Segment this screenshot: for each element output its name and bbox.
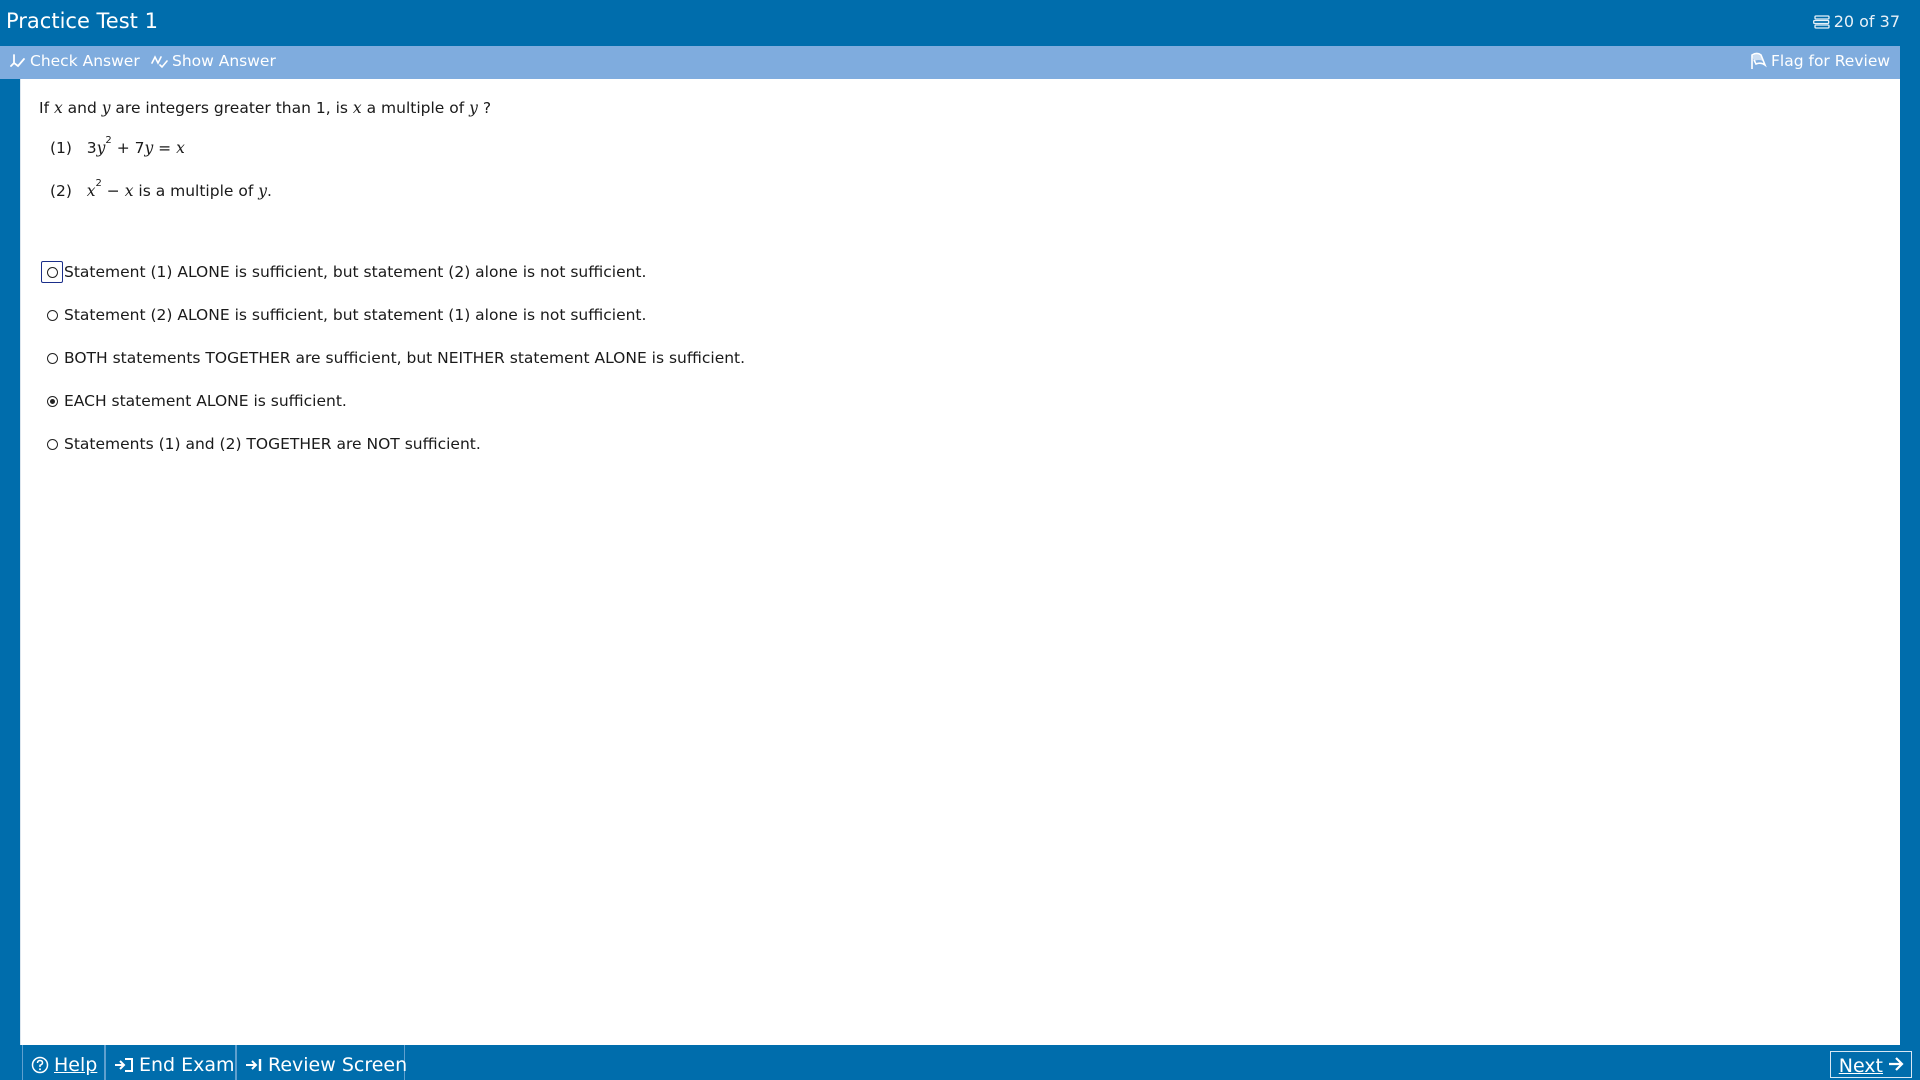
radio-button-selected[interactable] [46, 395, 58, 407]
question-stem: If x and y are integers greater than 1, … [39, 99, 491, 117]
flag-icon [1749, 52, 1767, 70]
statement-2-exponent: 2 [95, 178, 102, 189]
flag-for-review-label: Flag for Review [1771, 52, 1891, 70]
statement-2-text: . [266, 182, 272, 201]
statement-2-text: − [101, 182, 125, 201]
stem-var-x: x [53, 99, 63, 117]
stem-text: If [39, 99, 54, 117]
answer-choice-a[interactable]: Statement (1) ALONE is sufficient, but s… [41, 259, 646, 285]
statement-2: (2) x2 − x is a multiple of y. [50, 178, 272, 201]
stem-text: ? [477, 99, 492, 117]
radio-button[interactable] [46, 438, 58, 450]
statement-1-var: y [144, 139, 154, 158]
question-progress: 20 of 37 [1812, 12, 1900, 31]
stem-text: a multiple of [361, 99, 470, 117]
review-screen-label: Review Screen [268, 1053, 408, 1076]
check-icon [10, 53, 26, 70]
stem-var-y: y [469, 99, 478, 117]
help-icon [31, 1056, 49, 1074]
help-button[interactable]: Help [22, 1045, 105, 1080]
end-exam-label: End Exam [139, 1053, 235, 1076]
statement-1-exponent: 2 [105, 135, 112, 146]
choice-text: BOTH statements TOGETHER are sufficient,… [64, 349, 746, 367]
choice-text: Statement (1) ALONE is sufficient, but s… [64, 263, 647, 281]
statement-2-label: (2) [50, 182, 72, 201]
exam-title: Practice Test 1 [6, 9, 158, 33]
show-answer-label: Show Answer [172, 52, 276, 70]
radio-button[interactable] [46, 309, 58, 321]
statement-1-text: 3 [86, 139, 97, 158]
stem-text: are integers greater than 1, is [110, 99, 353, 117]
stem-var-y: y [101, 99, 111, 117]
statement-2-text: is a multiple of [133, 182, 259, 201]
statement-1-var: x [176, 139, 185, 158]
choice-text: Statement (2) ALONE is sufficient, but s… [64, 306, 647, 324]
radio-button[interactable] [46, 266, 58, 278]
answer-choice-c[interactable]: BOTH statements TOGETHER are sufficient,… [41, 345, 745, 371]
toolbar: Check Answer Show Answer Flag for Review [0, 46, 1900, 79]
answer-choice-b[interactable]: Statement (2) ALONE is sufficient, but s… [41, 302, 646, 328]
help-label: Help [54, 1053, 98, 1076]
arrow-right-icon [1887, 1055, 1905, 1077]
radio-button[interactable] [46, 352, 58, 364]
review-screen-button[interactable]: Review Screen [236, 1045, 408, 1080]
show-answer-button[interactable]: Show Answer [150, 52, 276, 70]
statement-2-var: x [86, 182, 96, 201]
next-label: Next [1838, 1054, 1883, 1077]
next-button[interactable]: Next [1829, 1051, 1912, 1078]
radio-focus-ring [41, 261, 63, 283]
review-screen-icon [245, 1057, 263, 1073]
answer-choice-d[interactable]: EACH statement ALONE is sufficient. [41, 388, 347, 414]
show-answer-icon [150, 53, 168, 70]
stem-text: and [62, 99, 102, 117]
statement-1: (1) 3y2 + 7y = x [50, 135, 185, 158]
flag-for-review-button[interactable]: Flag for Review [1749, 52, 1890, 70]
choice-text: EACH statement ALONE is sufficient. [64, 392, 347, 410]
check-answer-label: Check Answer [30, 52, 140, 70]
statement-2-var: y [258, 182, 267, 201]
choice-text: Statements (1) and (2) TOGETHER are NOT … [64, 435, 481, 453]
question-panel: If x and y are integers greater than 1, … [20, 79, 1900, 1045]
statement-1-label: (1) [50, 139, 72, 158]
question-list-icon [1812, 14, 1831, 29]
check-answer-button[interactable]: Check Answer [10, 52, 140, 70]
end-exam-button[interactable]: End Exam [105, 1045, 236, 1080]
bottom-bar: Help End Exam Review Screen Next [0, 1045, 1920, 1080]
statement-1-text: = [153, 139, 177, 158]
answer-choice-e[interactable]: Statements (1) and (2) TOGETHER are NOT … [41, 431, 481, 457]
title-bar: Practice Test 1 20 of 37 [0, 0, 1920, 45]
statement-1-text: + 7 [111, 139, 145, 158]
end-exam-icon [114, 1057, 134, 1073]
progress-text: 20 of 37 [1833, 12, 1900, 31]
stem-var-x: x [352, 99, 362, 117]
